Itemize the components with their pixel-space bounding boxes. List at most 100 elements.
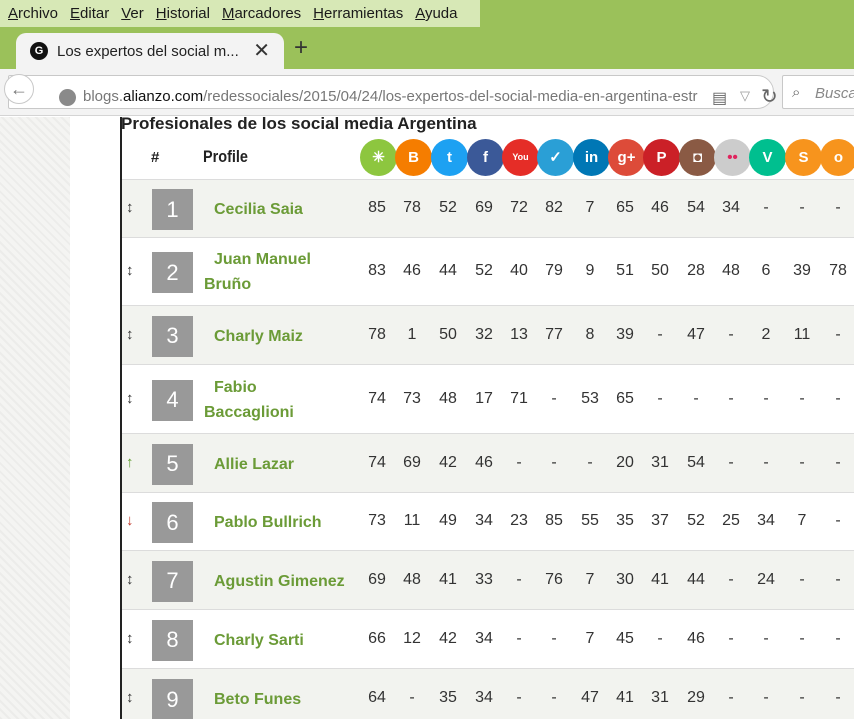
score-cell-pinterest: 31 — [651, 453, 669, 471]
score-cell-vine: - — [763, 689, 769, 706]
menu-item-marcadores[interactable]: Marcadores — [216, 0, 307, 27]
table-row: ↕ 4 Fabio Baccaglioni 74 73 48 17 71 - 53 65 - - - - - - — [122, 364, 854, 433]
score-cell-other: - — [835, 389, 841, 407]
search-bar[interactable]: ⌕ Buscar — [782, 75, 854, 109]
new-tab-button[interactable]: + — [294, 33, 308, 63]
score-cell-youtube: 71 — [510, 389, 528, 407]
score-cell-delicious: 79 — [545, 262, 563, 279]
score-cell-linkedin: 55 — [581, 512, 599, 529]
score-cell-slideshare: - — [799, 629, 805, 647]
score-cell-linkedin: 53 — [581, 389, 599, 407]
rank-badge: 6 — [152, 502, 193, 543]
score-cell-slideshare: 39 — [793, 262, 811, 279]
profile-name-link[interactable]: Fabio Baccaglioni — [204, 375, 334, 425]
trend-same-icon: ↕ — [126, 199, 134, 216]
trend-up-icon: ↑ — [126, 453, 134, 471]
score-cell-instagram: 46 — [687, 629, 705, 647]
tab-strip: G Los expertos del social m... ✕ — [0, 27, 854, 69]
vine-icon: V — [749, 139, 786, 176]
score-cell-pinterest: - — [657, 629, 663, 647]
score-cell-delicious: - — [551, 629, 557, 647]
profile-name-link[interactable]: Allie Lazar — [204, 452, 354, 477]
score-cell-delicious: - — [551, 689, 557, 706]
score-cell-slideshare: - — [799, 453, 805, 471]
table-row: ↑ 5 Allie Lazar 74 69 42 46 - - - 20 31 54 - - - - — [122, 433, 854, 492]
score-cell-vine: - — [763, 629, 769, 647]
score-cell-pinterest: - — [657, 325, 663, 343]
score-cell-linkedin: 8 — [585, 325, 595, 343]
rank-badge: 3 — [152, 315, 193, 357]
close-icon[interactable]: ✕ — [253, 39, 270, 63]
score-cell-flickr: - — [728, 325, 734, 343]
profile-name-link[interactable]: Charly Maiz — [204, 324, 354, 349]
reload-icon[interactable]: ↻ — [761, 84, 778, 109]
score-cell-klout: 73 — [368, 512, 386, 529]
score-cell-linkedin: 7 — [585, 629, 595, 647]
profile-name-link[interactable]: Juan Manuel Bruño — [204, 247, 334, 297]
reader-view-icon[interactable]: ▤ — [712, 88, 727, 108]
score-cell-klout: 74 — [368, 389, 386, 407]
menu-item-historial[interactable]: Historial — [150, 0, 216, 27]
score-cell-flickr: - — [728, 389, 734, 407]
profile-name-link[interactable]: Agustin Gimenez — [204, 569, 354, 594]
url-text[interactable]: blogs.alianzo.com/redessociales/2015/04/… — [83, 88, 705, 105]
globe-icon — [59, 89, 76, 106]
table-row: ↓ 6 Pablo Bullrich 73 11 49 34 23 85 55 35 37 52 25 34… — [122, 492, 854, 550]
score-cell-pinterest: 50 — [651, 262, 669, 279]
score-cell-linkedin: 47 — [581, 689, 599, 706]
score-cell-vine: 34 — [757, 512, 775, 529]
menu-item-ayuda[interactable]: Ayuda — [409, 0, 463, 27]
score-cell-flickr: 34 — [722, 199, 740, 216]
back-arrow-icon: ← — [10, 78, 28, 99]
score-cell-twitter: 48 — [439, 389, 457, 407]
score-cell-klout: 64 — [368, 689, 386, 706]
score-cell-delicious: - — [551, 389, 557, 407]
score-cell-twitter: 42 — [439, 629, 457, 647]
score-cell-delicious: - — [551, 453, 557, 471]
score-cell-youtube: 23 — [510, 512, 528, 529]
score-cell-other: - — [835, 453, 841, 471]
googleplus-icon: g+ — [608, 139, 645, 176]
profile-name-link[interactable]: Cecilia Saia — [204, 197, 354, 222]
table-row: ↕ 2 Juan Manuel Bruño 83 46 44 52 40 79 9 51 50 28 48… — [122, 237, 854, 305]
score-cell-googleplus: 65 — [616, 199, 634, 216]
score-cell-blogger: 1 — [407, 325, 417, 343]
score-cell-linkedin: - — [587, 453, 593, 471]
score-cell-slideshare: - — [799, 689, 805, 706]
url-bar[interactable]: blogs.alianzo.com/redessociales/2015/04/… — [8, 75, 778, 109]
menu-item-herramientas[interactable]: Herramientas — [307, 0, 409, 27]
score-cell-other: - — [835, 570, 841, 588]
slideshare-icon: S — [785, 139, 822, 176]
score-cell-other: - — [835, 199, 841, 216]
score-cell-linkedin: 7 — [585, 570, 595, 588]
delicious-icon: ✓ — [537, 139, 574, 176]
tab-title: Los expertos del social m... — [57, 42, 239, 60]
table-row: ↕ 3 Charly Maiz 78 1 50 32 13 77 8 39 - 47 - 2 11 - — [122, 305, 854, 364]
back-button[interactable]: ← — [4, 74, 34, 104]
profile-name-link[interactable]: Pablo Bullrich — [204, 510, 354, 535]
menu-item-ver[interactable]: Ver — [115, 0, 150, 27]
score-cell-youtube: 72 — [510, 199, 528, 216]
rank-badge: 7 — [152, 560, 193, 602]
score-cell-instagram: 54 — [687, 453, 705, 471]
search-icon: ⌕ — [792, 84, 801, 101]
rank-badge: 1 — [152, 189, 193, 230]
menu-item-editar[interactable]: Editar — [64, 0, 115, 27]
score-cell-flickr: 25 — [722, 512, 740, 529]
profile-name-link[interactable]: Charly Sarti — [204, 628, 354, 653]
score-cell-twitter: 44 — [439, 262, 457, 279]
rank-badge: 9 — [152, 679, 193, 719]
profile-name-link[interactable]: Beto Funes — [204, 687, 354, 712]
score-cell-vine: 2 — [761, 325, 771, 343]
url-path: /redessociales/2015/04/24/los-expertos-d… — [203, 88, 698, 105]
twitter-icon: t — [431, 139, 468, 176]
score-cell-instagram: 44 — [687, 570, 705, 588]
score-cell-youtube: - — [516, 570, 522, 588]
browser-tab[interactable]: G Los expertos del social m... ✕ — [16, 33, 284, 69]
score-cell-blogger: 12 — [403, 629, 421, 647]
score-cell-flickr: - — [728, 629, 734, 647]
trend-same-icon: ↕ — [126, 629, 134, 647]
dropdown-icon[interactable]: ▽ — [740, 88, 750, 104]
menu-item-archivo[interactable]: Archivo — [2, 0, 64, 27]
table-row: ↕ 1 Cecilia Saia 85 78 52 69 72 82 7 65 46 54 34 - - - — [122, 179, 854, 237]
